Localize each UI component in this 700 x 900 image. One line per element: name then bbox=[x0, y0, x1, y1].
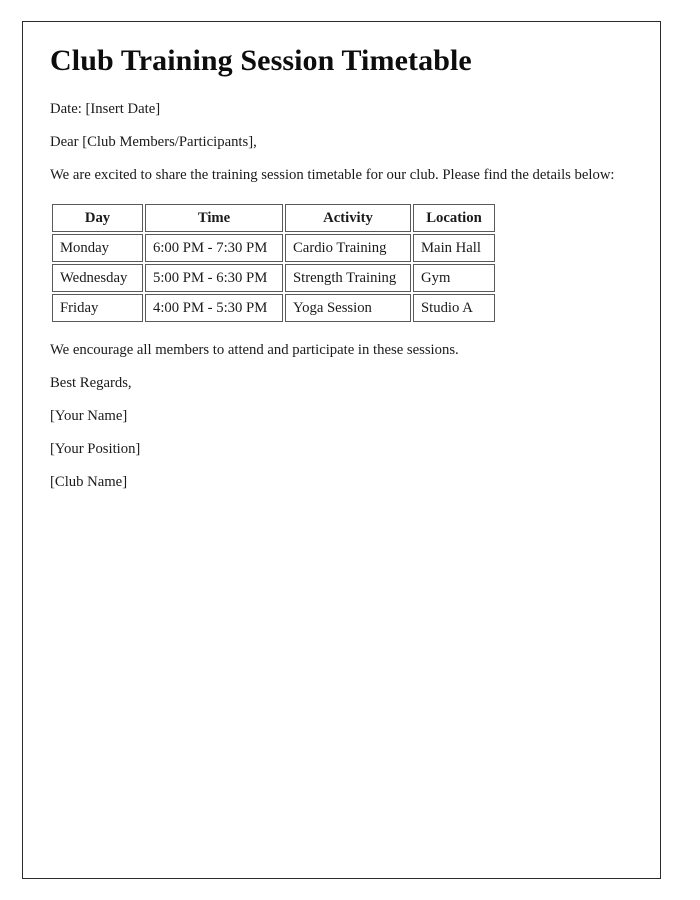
cell-activity: Cardio Training bbox=[285, 233, 411, 262]
closing-block: We encourage all members to attend and p… bbox=[50, 342, 640, 491]
signature-position: [Your Position] bbox=[50, 440, 141, 457]
date-line: Date: [Insert Date] bbox=[50, 100, 161, 117]
cell-day: Monday bbox=[52, 233, 143, 262]
page-title: Club Training Session Timetable bbox=[50, 44, 472, 77]
table-row: Wednesday 5:00 PM - 6:30 PM Strength Tra… bbox=[52, 263, 495, 292]
document-body: Club Training Session Timetable Date: [I… bbox=[50, 44, 640, 491]
timetable-container: Day Time Activity Location Monday 6:00 P… bbox=[50, 202, 640, 324]
cell-location: Main Hall bbox=[413, 233, 495, 262]
column-header-activity: Activity bbox=[285, 203, 411, 232]
cell-day: Friday bbox=[52, 293, 143, 322]
cell-time: 4:00 PM - 5:30 PM bbox=[145, 293, 283, 322]
cell-location: Studio A bbox=[413, 293, 495, 322]
cell-location: Gym bbox=[413, 263, 495, 292]
table-row: Friday 4:00 PM - 5:30 PM Yoga Session St… bbox=[52, 293, 495, 322]
table-row: Monday 6:00 PM - 7:30 PM Cardio Training… bbox=[52, 233, 495, 262]
cell-time: 5:00 PM - 6:30 PM bbox=[145, 263, 283, 292]
signature-club: [Club Name] bbox=[50, 473, 128, 490]
signature-name: [Your Name] bbox=[50, 407, 128, 424]
salutation-line: Dear [Club Members/Participants], bbox=[50, 133, 257, 150]
intro-paragraph: We are excited to share the training ses… bbox=[50, 166, 615, 183]
column-header-day: Day bbox=[52, 203, 143, 232]
cell-day: Wednesday bbox=[52, 263, 143, 292]
document-page: Club Training Session Timetable Date: [I… bbox=[22, 21, 661, 879]
sign-off-line: Best Regards, bbox=[50, 374, 132, 391]
cell-time: 6:00 PM - 7:30 PM bbox=[145, 233, 283, 262]
column-header-time: Time bbox=[145, 203, 283, 232]
cell-activity: Strength Training bbox=[285, 263, 411, 292]
encouragement-paragraph: We encourage all members to attend and p… bbox=[50, 341, 459, 358]
cell-activity: Yoga Session bbox=[285, 293, 411, 322]
table-header-row: Day Time Activity Location bbox=[52, 203, 495, 232]
training-timetable: Day Time Activity Location Monday 6:00 P… bbox=[50, 202, 497, 324]
column-header-location: Location bbox=[413, 203, 495, 232]
